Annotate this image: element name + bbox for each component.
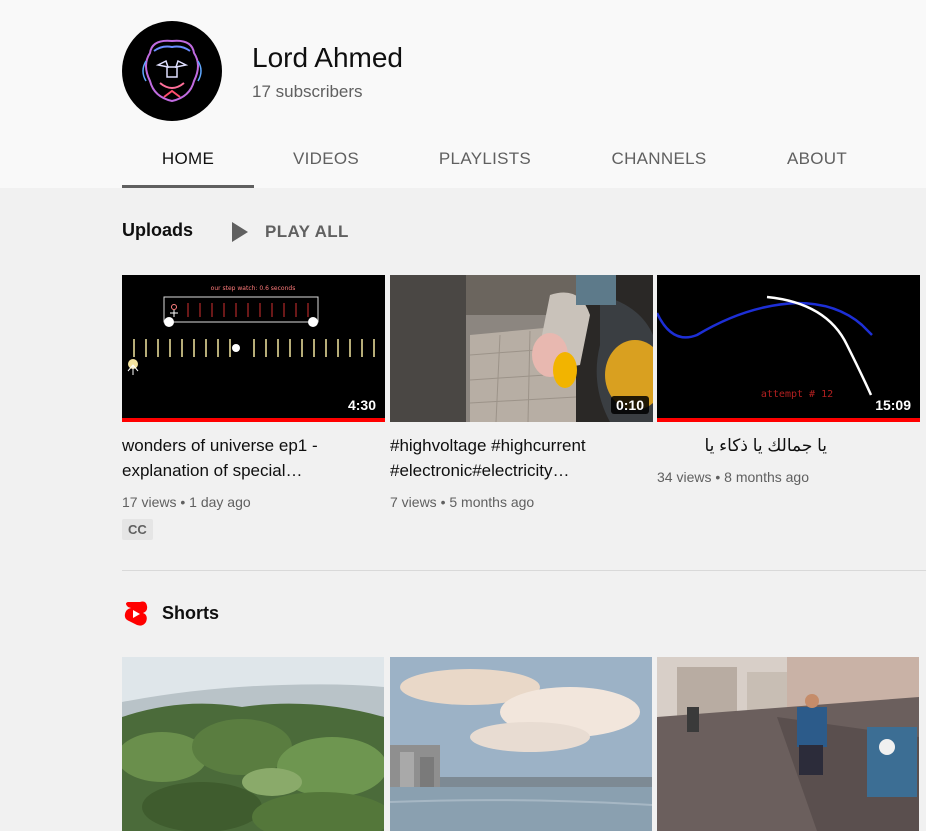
video-card[interactable]: attempt # 12 15:09 يا جمالك يا ذكاء يا ا… [657, 275, 920, 485]
short-thumbnail[interactable] [657, 657, 919, 831]
upload-age: 5 months ago [449, 494, 535, 510]
cc-badge: CC [122, 519, 153, 540]
upload-age: 8 months ago [724, 469, 809, 485]
watched-progress-bar [657, 418, 920, 422]
video-meta: 34 views • 8 months ago [657, 469, 809, 485]
seaweed-rocks-frame [122, 657, 384, 831]
street-walk-frame [657, 657, 919, 831]
short-thumbnail[interactable] [122, 657, 384, 831]
video-card[interactable]: our step watch: 0.6 seconds 4:30 wonders… [122, 275, 385, 540]
tab-about[interactable]: ABOUT [776, 140, 858, 185]
upload-age: 1 day ago [189, 494, 251, 510]
tab-channels[interactable]: CHANNELS [600, 140, 718, 185]
channel-avatar[interactable] [122, 21, 222, 121]
video-title[interactable]: يا جمالك يا ذكاء يا اصطناعي [657, 433, 828, 458]
tab-home[interactable]: HOME [122, 140, 254, 188]
video-duration: 0:10 [610, 396, 649, 414]
play-all-label: PLAY ALL [265, 222, 349, 241]
thumbnail-caption: attempt # 12 [761, 389, 833, 400]
meta-separator: • [180, 494, 190, 510]
video-title[interactable]: #highvoltage #highcurrent #electronic#el… [390, 433, 640, 483]
uploads-title[interactable]: Uploads [122, 220, 193, 241]
shorts-title[interactable]: Shorts [162, 603, 219, 624]
short-thumbnail[interactable] [390, 657, 652, 831]
subscriber-count: 17 subscribers [252, 82, 363, 101]
lion-logo-icon [142, 39, 202, 103]
view-count: 34 views [657, 469, 712, 485]
video-meta: 7 views • 5 months ago [390, 494, 534, 510]
watched-progress-bar [122, 418, 385, 422]
video-duration: 4:30 [342, 396, 381, 414]
view-count: 17 views [122, 494, 177, 510]
tab-playlists[interactable]: PLAYLISTS [428, 140, 542, 185]
video-card[interactable]: 0:10 #highvoltage #highcurrent #electron… [390, 275, 653, 510]
section-divider [122, 570, 926, 571]
video-thumbnail[interactable]: 0:10 [390, 275, 653, 422]
video-duration: 15:09 [870, 396, 916, 414]
shorts-logo-icon [124, 601, 148, 626]
seaside-city-frame [390, 657, 652, 831]
play-icon [232, 222, 248, 242]
meta-separator: • [715, 469, 725, 485]
video-thumbnail[interactable]: our step watch: 0.6 seconds 4:30 [122, 275, 385, 422]
channel-name: Lord Ahmed [252, 42, 403, 73]
thumbnail-caption: our step watch: 0.6 seconds [211, 285, 296, 292]
tab-videos[interactable]: VIDEOS [280, 140, 372, 185]
channel-header: Lord Ahmed 17 subscribers HOME VIDEOS PL… [0, 0, 926, 188]
video-thumbnail[interactable]: attempt # 12 15:09 [657, 275, 920, 422]
video-meta: 17 views • 1 day ago [122, 494, 251, 510]
video-title[interactable]: wonders of universe ep1 - explanation of… [122, 433, 372, 483]
view-count: 7 views [390, 494, 437, 510]
